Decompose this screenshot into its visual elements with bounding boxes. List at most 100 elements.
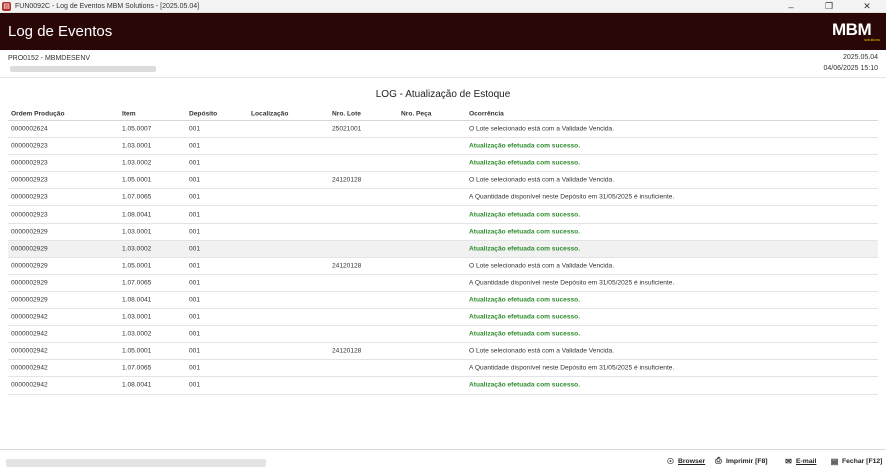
redacted-footer-text [6,459,266,467]
cell-ocorrencia: O Lote selecionado está com a Validade V… [469,176,615,184]
cell-deposito: 001 [189,330,201,338]
cell-item: 1.03.0001 [122,228,152,236]
table-row[interactable]: 0000002923 1.05.0001 001 24120128 O Lote sel… [8,172,878,190]
cell-lote: 24120128 [332,262,362,270]
browser-button-label: Browser [678,457,706,465]
cell-deposito: 001 [189,296,201,304]
cell-lote: 24120128 [332,347,362,355]
col-peca: Nro. Peça [401,110,432,118]
cell-ordem: 0000002929 [11,228,48,236]
email-button-label: E-mail [796,457,817,465]
cell-ocorrencia: Atualização efetuada com sucesso. [469,296,581,304]
col-ocorrencia: Ocorrência [469,110,504,118]
cell-ocorrencia: Atualização efetuada com sucesso. [469,142,581,150]
cell-deposito: 001 [189,245,201,253]
close-icon[interactable]: ✕ [848,0,886,13]
table-row[interactable]: 0000002942 1.05.0001 001 24120128 O Lote sel… [8,343,878,361]
cell-ocorrencia: A Quantidade disponível neste Depósito e… [469,279,675,287]
cell-item: 1.05.0001 [122,347,152,355]
col-deposito: Depósito [189,110,218,118]
cell-ordem: 0000002942 [11,313,48,321]
table-row[interactable]: 0000002942 1.07.0065 001 A Quantidade dispo… [8,360,878,378]
report-title: LOG - Atualização de Estoque [375,89,511,100]
table-header: Ordem Produção Item Depósito Localização… [8,108,878,121]
cell-ocorrencia: Atualização efetuada com sucesso. [469,159,581,167]
redacted-text [10,66,156,72]
cell-ordem: 0000002923 [11,193,48,201]
cell-ordem: 0000002929 [11,279,48,287]
cell-ordem: 0000002942 [11,347,48,355]
window-titlebar: ▤ FUN0092C - Log de Eventos MBM Solution… [0,0,886,13]
cell-item: 1.05.0001 [122,262,152,270]
col-localizacao: Localização [251,110,289,118]
cell-ocorrencia: Atualização efetuada com sucesso. [469,330,581,338]
cell-deposito: 001 [189,279,201,287]
page-header: Log de Eventos MBM solutions [0,13,886,50]
cell-ordem: 0000002929 [11,245,48,253]
table-row[interactable]: 0000002923 1.03.0001 001 Atualização efetua… [8,138,878,156]
cell-ocorrencia: Atualização efetuada com sucesso. [469,228,581,236]
col-ordem: Ordem Produção [11,110,65,118]
cell-ocorrencia: Atualização efetuada com sucesso. [469,381,581,389]
table-row[interactable]: 0000002929 1.07.0065 001 A Quantidade dispo… [8,275,878,292]
cell-ordem: 0000002929 [11,262,48,270]
table-row[interactable]: 0000002923 1.07.0065 001 A Quantidade dispo… [8,189,878,207]
program-label: PRO0152 - MBMDESENV [8,55,91,62]
cell-ordem: 0000002942 [11,330,48,338]
cell-item: 1.03.0002 [122,245,152,253]
version-label: 2025.05.04 [842,54,878,61]
cell-lote: 25021001 [332,125,362,133]
globe-icon: ☉ [666,456,675,466]
cell-item: 1.03.0002 [122,330,152,338]
table-body: 0000002624 1.05.0007 001 25021001 O Lote sel… [8,121,878,395]
cell-deposito: 001 [189,381,201,389]
cell-deposito: 001 [189,211,201,219]
minimize-icon[interactable]: – [772,0,810,13]
datetime-label: 04/06/2025 15:10 [823,65,879,72]
browser-button[interactable]: ☉ Browser [666,456,706,466]
table-row[interactable]: 0000002929 1.05.0001 001 24120128 O Lote sel… [8,258,878,275]
printer-icon: ⎙ [715,456,722,465]
table-row[interactable]: 0000002923 1.03.0002 001 Atualização efetua… [8,155,878,173]
cell-item: 1.05.0001 [122,176,152,184]
cell-lote: 24120128 [332,176,362,184]
mbm-logo: MBM solutions [832,20,880,44]
cell-ordem: 0000002923 [11,159,48,167]
table-row[interactable]: 0000002942 1.08.0041 001 Atualização efetua… [8,377,878,395]
table-row[interactable]: 0000002923 1.08.0041 001 Atualização efetua… [8,206,878,224]
table-row[interactable]: 0000002624 1.05.0007 001 25021001 O Lote sel… [8,121,878,139]
cell-ordem: 0000002923 [11,176,48,184]
col-lote: Nro. Lote [332,110,361,118]
close-report-button[interactable]: ▤ Fechar [F12] [830,457,883,466]
print-button[interactable]: ⎙ Imprimir [F8] [714,456,768,465]
cell-deposito: 001 [189,176,201,184]
email-button[interactable]: ✉ E-mail [784,456,817,466]
maximize-icon[interactable]: ❐ [810,0,848,13]
table-row[interactable]: 0000002929 1.03.0001 001 Atualização efetua… [8,224,878,241]
table-row[interactable]: 0000002942 1.03.0001 001 Atualização efetua… [8,309,878,327]
cell-item: 1.08.0041 [122,211,152,219]
email-icon: ✉ [785,456,792,466]
table-row[interactable]: 0000002929 1.08.0041 001 Atualização efetua… [8,292,878,310]
table-row[interactable]: 0000002942 1.03.0002 001 Atualização efetua… [8,326,878,344]
cell-item: 1.08.0041 [122,296,152,304]
print-button-label: Imprimir [F8] [726,457,768,465]
cell-ordem: 0000002942 [11,381,48,389]
window-title: FUN0092C - Log de Eventos MBM Solutions … [15,2,200,10]
cell-ocorrencia: A Quantidade disponível neste Depósito e… [469,193,675,201]
cell-item: 1.07.0065 [122,193,152,201]
cell-ordem: 0000002624 [11,125,48,133]
cell-ocorrencia: O Lote selecionado está com a Validade V… [469,125,615,133]
cell-item: 1.05.0007 [122,125,152,133]
app-icon: ▤ [2,1,11,11]
cell-ocorrencia: Atualização efetuada com sucesso. [469,245,581,253]
table-row[interactable]: 0000002929 1.03.0002 001 Atualização efetua… [8,240,878,258]
page-title: Log de Eventos [8,23,113,40]
window-controls: – ❐ ✕ [772,0,886,13]
info-bar: PRO0152 - MBMDESENV 2025.05.04 04/06/202… [0,50,886,78]
cell-deposito: 001 [189,193,201,201]
cell-deposito: 001 [189,228,201,236]
cell-ocorrencia: A Quantidade disponível neste Depósito e… [469,364,675,372]
cell-ordem: 0000002923 [11,142,48,150]
cell-ordem: 0000002923 [11,211,48,219]
